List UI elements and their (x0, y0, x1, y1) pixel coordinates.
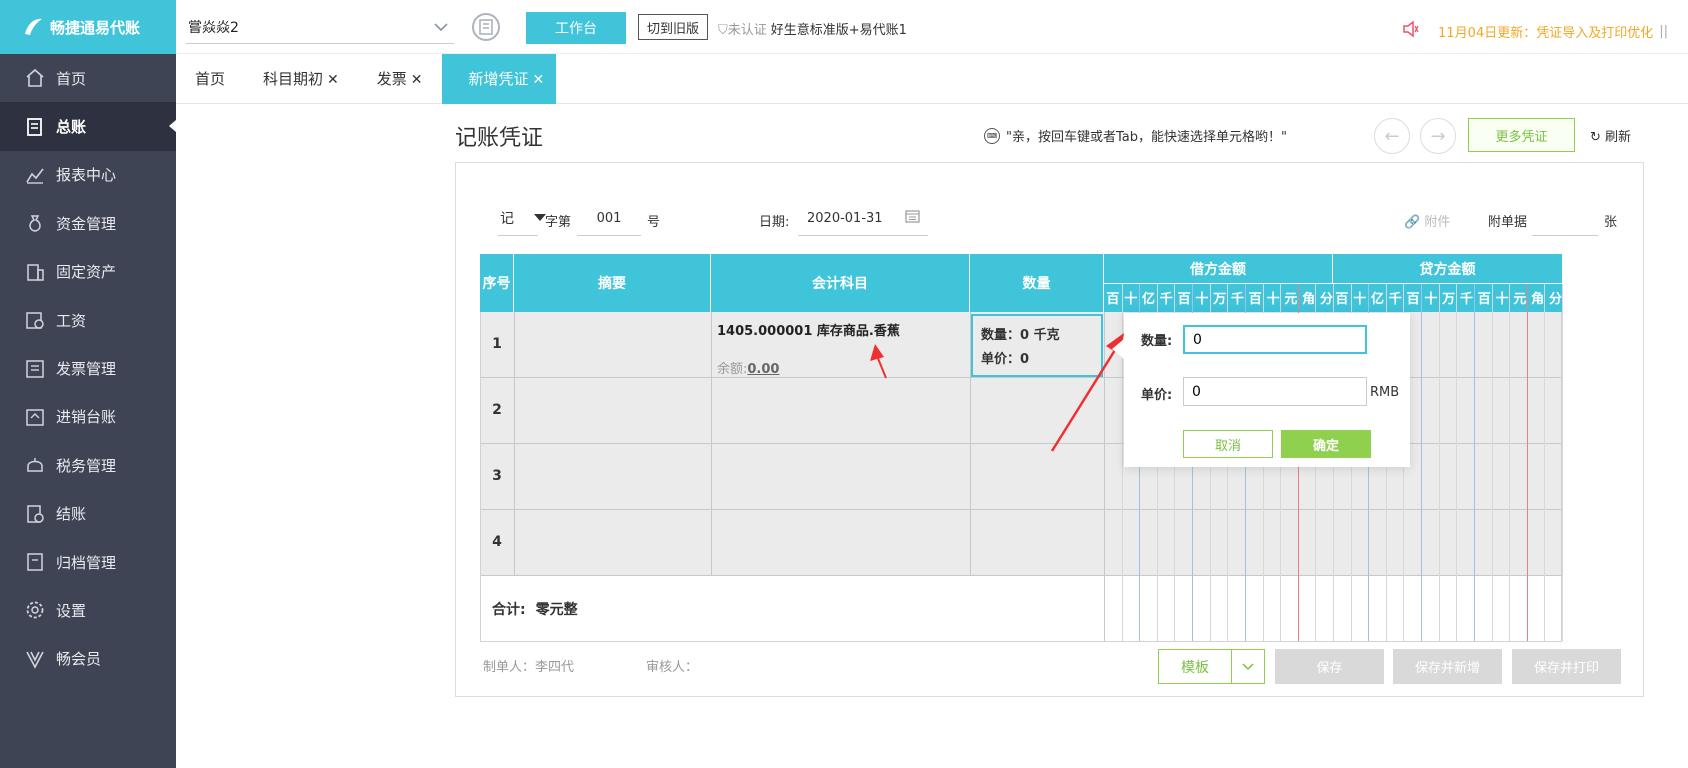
save-button[interactable]: 保存 (1275, 649, 1384, 684)
maker-label: 制单人：李四代 (483, 660, 575, 675)
popup-cancel-button[interactable]: 取消 (1183, 430, 1273, 458)
popup-price-input[interactable] (1183, 377, 1367, 406)
popup-price-label: 单价: (1141, 388, 1173, 403)
popup-unit-label: RMB (1370, 385, 1400, 400)
template-button[interactable]: 模板 (1158, 649, 1265, 684)
save-and-new-button[interactable]: 保存并新增 (1393, 649, 1502, 684)
quantity-price-popup: 数量: 单价: RMB 取消 确定 (1112, 313, 1410, 467)
reviewer-label: 审核人： (646, 660, 699, 675)
popup-qty-input[interactable] (1183, 325, 1367, 354)
template-label: 模板 (1159, 650, 1232, 683)
chevron-down-icon[interactable] (1232, 650, 1264, 683)
arrow-to-account (870, 344, 887, 379)
popup-ok-button[interactable]: 确定 (1281, 430, 1371, 458)
save-and-print-button[interactable]: 保存并打印 (1512, 649, 1621, 684)
popup-qty-label: 数量: (1141, 334, 1173, 349)
